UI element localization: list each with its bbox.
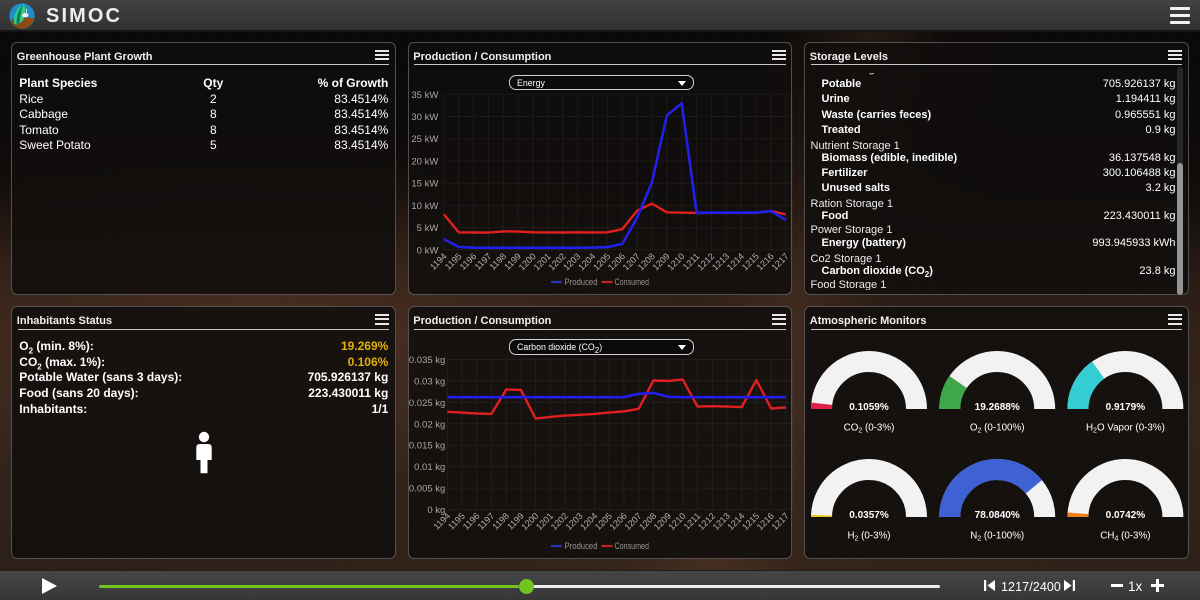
svg-text:0.0742%: 0.0742% xyxy=(1106,510,1146,521)
svg-text:O2 (0-100%): O2 (0-100%) xyxy=(970,423,1025,435)
svg-text:0.03 kg: 0.03 kg xyxy=(414,376,445,387)
svg-text:19.2688%: 19.2688% xyxy=(975,402,1020,413)
svg-text:25 kW: 25 kW xyxy=(411,134,438,145)
svg-text:1217: 1217 xyxy=(769,511,790,532)
svg-text:30 kW: 30 kW xyxy=(411,112,438,123)
svg-text:1217: 1217 xyxy=(769,251,790,272)
svg-text:0.02 kg: 0.02 kg xyxy=(414,419,445,430)
svg-text:CH4 (0-3%): CH4 (0-3%) xyxy=(1100,531,1150,543)
svg-text:CO2 (0-3%): CO2 (0-3%) xyxy=(844,423,895,435)
svg-text:0 kW: 0 kW xyxy=(416,245,438,256)
svg-text:H2O Vapor (0-3%): H2O Vapor (0-3%) xyxy=(1086,423,1165,435)
svg-text:Produced: Produced xyxy=(564,541,597,551)
svg-text:20 kW: 20 kW xyxy=(411,156,438,167)
svg-text:10 kW: 10 kW xyxy=(411,200,438,211)
svg-text:0.005 kg: 0.005 kg xyxy=(409,484,445,495)
svg-text:N2 (0-100%): N2 (0-100%) xyxy=(970,531,1024,543)
svg-text:H2 (0-3%): H2 (0-3%) xyxy=(847,531,890,543)
svg-text:0.035 kg: 0.035 kg xyxy=(409,355,445,366)
svg-text:78.0840%: 78.0840% xyxy=(975,510,1020,521)
svg-text:5 kW: 5 kW xyxy=(416,223,438,234)
svg-text:0.1059%: 0.1059% xyxy=(849,402,889,413)
svg-text:Produced: Produced xyxy=(564,277,597,287)
svg-text:0.0357%: 0.0357% xyxy=(849,510,889,521)
svg-text:0.015 kg: 0.015 kg xyxy=(409,441,445,452)
svg-text:Consumed: Consumed xyxy=(614,277,649,287)
svg-text:15 kW: 15 kW xyxy=(411,178,438,189)
svg-text:0.9179%: 0.9179% xyxy=(1106,402,1146,413)
svg-text:35 kW: 35 kW xyxy=(411,89,438,100)
svg-text:Consumed: Consumed xyxy=(614,541,649,551)
svg-text:0.01 kg: 0.01 kg xyxy=(414,462,445,473)
svg-text:0.025 kg: 0.025 kg xyxy=(409,398,445,409)
